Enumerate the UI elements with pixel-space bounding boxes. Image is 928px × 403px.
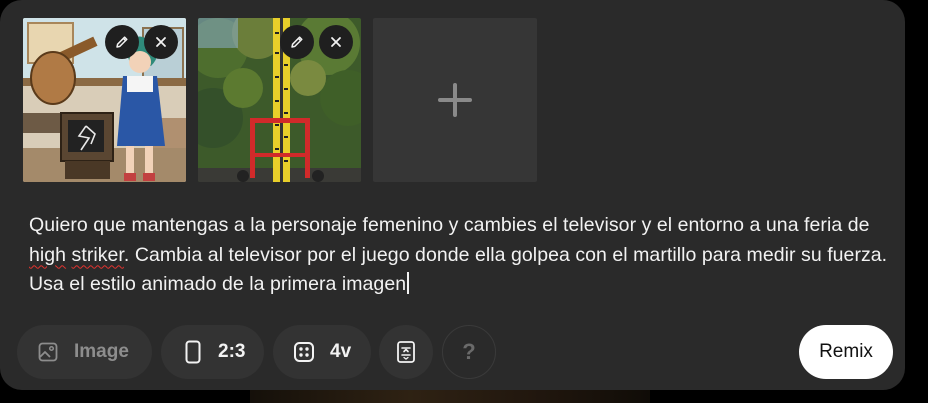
stage: Quiero que mantengas a la personaje feme… [0,0,928,403]
portrait-ratio-icon [185,340,201,364]
image-button[interactable]: Image [17,325,152,379]
grid-dots-icon [294,342,314,362]
reference-images-row [23,18,537,182]
composer-toolbar: Image 2:3 4v ? Remix [17,325,893,379]
remove-image-button[interactable] [144,25,178,59]
aspect-ratio-label: 2:3 [218,341,246,362]
image-icon [38,342,58,362]
close-icon [156,37,166,47]
variants-label: 4v [330,341,352,362]
edit-image-button[interactable] [105,25,139,59]
reference-image-thumb-1[interactable] [23,18,186,182]
document-settings-icon [397,341,415,363]
remix-composer-panel: Quiero que mantengas a la personaje feme… [0,0,905,390]
image-button-label: Image [74,341,129,362]
variants-button[interactable]: 4v [273,325,371,379]
close-icon [331,37,341,47]
prompt-text-1: Quiero que mantengas a la personaje feme… [29,214,870,236]
prompt-textarea[interactable]: Quiero que mantengas a la personaje feme… [29,211,889,300]
spellcheck-word-striker: striker [71,243,124,266]
help-icon: ? [462,339,476,364]
remove-image-button[interactable] [319,25,353,59]
add-image-tile[interactable] [373,18,537,182]
presets-button[interactable] [379,325,433,379]
plus-icon [438,83,472,117]
text-caret [407,272,409,294]
pencil-icon [116,36,128,48]
remix-button[interactable]: Remix [799,325,893,379]
edit-image-button[interactable] [280,25,314,59]
prompt-text-2: . Cambia al televisor por el juego donde… [29,243,888,296]
pencil-icon [291,36,303,48]
reference-image-thumb-2[interactable] [198,18,361,182]
help-button[interactable]: ? [442,325,496,379]
spellcheck-word-high: high [29,243,67,266]
aspect-ratio-button[interactable]: 2:3 [161,325,264,379]
